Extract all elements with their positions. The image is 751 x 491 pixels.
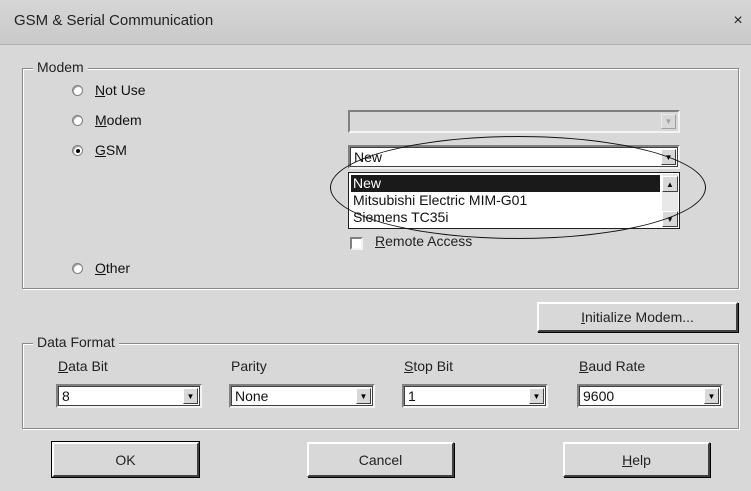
baud-rate-value: 9600 [583,388,615,404]
radio-gsm-dot[interactable] [72,144,83,156]
baud-rate-label: Baud Rate [579,358,646,374]
chevron-down-icon[interactable]: ▼ [356,388,371,404]
ok-label: OK [115,451,136,468]
parity-combo[interactable]: None ▼ [229,384,375,408]
help-label: Help [622,451,651,468]
radio-other[interactable]: Other [72,258,130,278]
cancel-label: Cancel [358,451,403,468]
radio-modem[interactable]: Modem [72,110,142,130]
title-bar[interactable]: GSM & Serial Communication × [0,0,751,45]
baud-rate-combo[interactable]: 9600 ▼ [577,384,723,408]
gsm-list-item[interactable]: Siemens TC35i [351,209,660,226]
gsm-dropdown-list[interactable]: New Mitsubishi Electric MIM-G01 Siemens … [348,172,680,229]
parity-value: None [235,388,269,404]
remote-access-label: Remote Access [375,233,473,249]
chevron-down-icon[interactable]: ▼ [529,388,544,404]
parity-label: Parity [231,358,267,374]
data-bit-label: Data Bit [58,358,108,374]
radio-other-label: Other [95,260,131,276]
data-format-legend: Data Format [33,334,119,350]
remote-access-checkbox[interactable] [350,237,363,250]
radio-not-use[interactable]: Not Use [72,80,146,100]
radio-modem-label: Modem [95,112,142,128]
gsm-combo-value: New [354,149,383,165]
radio-not-use-dot[interactable] [72,84,83,96]
stop-bit-combo[interactable]: 1 ▼ [402,384,548,408]
list-scrollbar[interactable]: ▲ ▼ [662,174,678,227]
data-bit-combo[interactable]: 8 ▼ [56,384,202,408]
help-button[interactable]: Help [563,442,710,477]
scroll-down-icon[interactable]: ▼ [662,211,678,227]
gsm-list-item[interactable]: New [351,175,660,192]
chevron-down-icon[interactable]: ▼ [183,388,198,404]
data-bit-value: 8 [62,388,70,404]
gsm-combo[interactable]: New ▼ [348,145,680,169]
close-icon[interactable]: × [729,12,747,30]
modem-group-legend: Modem [33,59,88,75]
ok-button[interactable]: OK [51,441,200,478]
radio-other-dot[interactable] [72,262,83,274]
modem-combo: ▼ [348,110,680,133]
scroll-up-icon[interactable]: ▲ [662,176,678,192]
gsm-serial-dialog: GSM & Serial Communication × Modem Not U… [0,0,751,491]
stop-bit-value: 1 [408,388,416,404]
radio-gsm-label: GSM [95,142,127,158]
window-title: GSM & Serial Communication [14,12,214,29]
initialize-modem-button[interactable]: Initialize Modem... [537,302,738,332]
chevron-down-icon: ▼ [661,114,676,129]
radio-gsm[interactable]: GSM [72,140,127,160]
radio-modem-dot[interactable] [72,114,83,126]
radio-not-use-label: Not Use [95,82,146,98]
stop-bit-label: Stop Bit [404,358,454,374]
initialize-modem-label: Initialize Modem... [581,309,694,325]
chevron-down-icon[interactable]: ▼ [661,149,676,165]
gsm-list-item[interactable]: Mitsubishi Electric MIM-G01 [351,192,660,209]
chevron-down-icon[interactable]: ▼ [704,388,719,404]
cancel-button[interactable]: Cancel [307,442,454,477]
